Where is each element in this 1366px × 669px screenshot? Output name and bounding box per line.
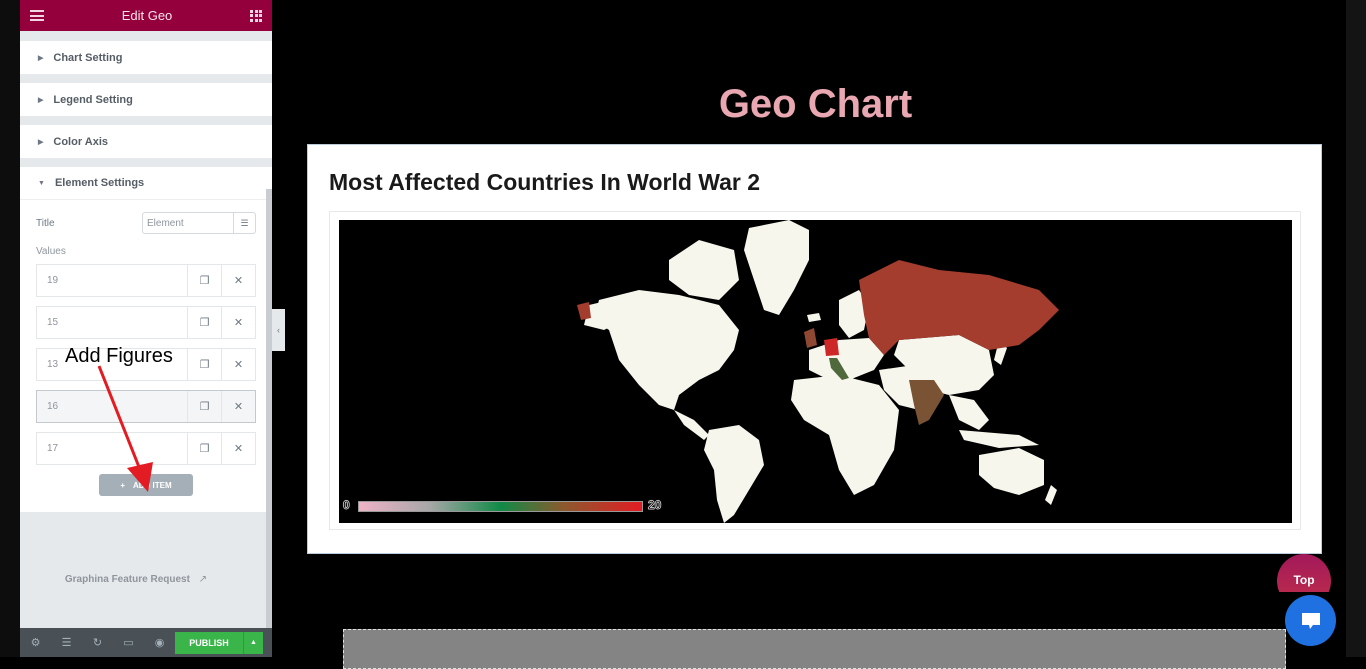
title-label: Title <box>36 217 55 229</box>
duplicate-icon[interactable]: ❐ <box>187 307 221 338</box>
page-heading: Geo Chart <box>718 82 913 126</box>
world-map-svg <box>577 220 1059 523</box>
southeast-asia[interactable] <box>949 395 989 430</box>
color-axis-gradient-bar <box>358 501 643 512</box>
section-label: Legend Setting <box>53 93 133 106</box>
value-row[interactable]: 19 ❐ ✕ <box>36 264 256 297</box>
value-text[interactable]: 17 <box>37 433 187 464</box>
europe[interactable] <box>809 338 884 380</box>
page-scrollbar[interactable] <box>1346 0 1366 657</box>
chat-bubble-icon <box>1301 612 1320 629</box>
add-item-label: ADD ITEM <box>133 480 172 490</box>
australia[interactable] <box>979 448 1044 495</box>
preview-eye-icon[interactable]: ◉ <box>144 636 175 649</box>
color-axis-min-label: 0 <box>343 498 350 513</box>
region-aleutian-russia[interactable] <box>577 302 591 320</box>
duplicate-icon[interactable]: ❐ <box>187 265 221 296</box>
remove-icon[interactable]: ✕ <box>221 349 255 380</box>
empty-section-dropzone[interactable] <box>343 629 1286 669</box>
canada-arctic[interactable] <box>669 240 739 300</box>
value-row[interactable]: 17 ❐ ✕ <box>36 432 256 465</box>
section-chart-setting[interactable]: ▶ Chart Setting <box>20 41 272 74</box>
widgets-grid-icon[interactable] <box>250 9 262 22</box>
title-input[interactable] <box>143 213 233 233</box>
remove-icon[interactable]: ✕ <box>221 433 255 464</box>
panel-scrollbar[interactable] <box>266 189 272 628</box>
panel-title: Edit Geo <box>121 8 173 23</box>
top-label: Top <box>1293 573 1315 587</box>
section-label: Chart Setting <box>53 51 123 64</box>
central-america[interactable] <box>674 410 709 440</box>
feature-request-label: Graphina Feature Request <box>64 574 190 585</box>
iceland[interactable] <box>807 313 821 322</box>
remove-icon[interactable]: ✕ <box>221 391 255 422</box>
caret-right-icon: ▶ <box>38 96 44 104</box>
chat-button[interactable] <box>1285 595 1336 646</box>
annotation-text: Add Figures <box>65 345 173 367</box>
hamburger-menu-icon[interactable] <box>30 10 44 21</box>
caret-down-icon: ▼ <box>38 179 45 187</box>
panel-header: Edit Geo <box>20 0 272 31</box>
section-legend-setting[interactable]: ▶ Legend Setting <box>20 83 272 116</box>
scroll-to-top-button[interactable]: Top <box>1277 554 1331 592</box>
africa[interactable] <box>791 375 899 495</box>
dynamic-tags-icon[interactable]: ☰ <box>233 213 255 233</box>
publish-options-caret-icon[interactable]: ▲ <box>243 631 263 654</box>
history-icon[interactable]: ↻ <box>82 636 113 649</box>
panel-footer: ⚙ ☰ ↻ ▭ ◉ PUBLISH ▲ <box>20 628 272 657</box>
page-canvas: Geo Chart Most Affected Countries In Wor… <box>285 0 1346 657</box>
geo-map[interactable]: 0 20 <box>339 220 1292 523</box>
map-frame: 0 20 <box>329 211 1301 530</box>
section-label: Color Axis <box>53 135 108 148</box>
remove-icon[interactable]: ✕ <box>221 265 255 296</box>
duplicate-icon[interactable]: ❐ <box>187 391 221 422</box>
value-text[interactable]: 16 <box>37 391 187 422</box>
section-color-axis[interactable]: ▶ Color Axis <box>20 125 272 158</box>
greenland[interactable] <box>744 220 809 315</box>
remove-icon[interactable]: ✕ <box>221 307 255 338</box>
external-link-icon: ↗ <box>198 574 208 585</box>
duplicate-icon[interactable]: ❐ <box>187 433 221 464</box>
value-row[interactable]: 15 ❐ ✕ <box>36 306 256 339</box>
plus-icon: + <box>120 480 125 490</box>
navigator-layers-icon[interactable]: ☰ <box>51 636 82 649</box>
title-field: ☰ <box>142 212 256 234</box>
feature-request-link[interactable]: Graphina Feature Request ↗ <box>20 574 252 585</box>
color-axis-max-label: 20 <box>648 498 662 513</box>
duplicate-icon[interactable]: ❐ <box>187 349 221 380</box>
values-label: Values <box>36 246 66 257</box>
indonesia[interactable] <box>959 430 1039 448</box>
publish-button[interactable]: PUBLISH <box>175 631 243 654</box>
new-zealand[interactable] <box>1045 485 1057 505</box>
section-element-settings[interactable]: ▼ Element Settings <box>20 167 272 200</box>
region-uk[interactable] <box>804 328 817 348</box>
left-gutter <box>0 0 20 657</box>
south-america[interactable] <box>704 425 764 523</box>
caret-right-icon: ▶ <box>38 54 44 62</box>
add-item-button[interactable]: + ADD ITEM <box>99 474 193 496</box>
chart-title: Most Affected Countries In World War 2 <box>329 169 761 195</box>
section-label: Element Settings <box>54 177 145 189</box>
caret-right-icon: ▶ <box>38 138 44 146</box>
chart-card: Most Affected Countries In World War 2 0… <box>307 144 1322 554</box>
settings-gear-icon[interactable]: ⚙ <box>20 636 51 649</box>
panel-body: ▶ Chart Setting ▶ Legend Setting ▶ Color… <box>20 31 272 628</box>
editor-panel: Edit Geo ▶ Chart Setting ▶ Legend Settin… <box>20 0 272 657</box>
region-germany[interactable] <box>824 338 839 356</box>
value-text[interactable]: 15 <box>37 307 187 338</box>
responsive-mode-icon[interactable]: ▭ <box>113 636 144 649</box>
value-row[interactable]: 16 ❐ ✕ <box>36 390 256 423</box>
collapse-panel-button[interactable]: ‹ <box>272 309 285 351</box>
value-text[interactable]: 19 <box>37 265 187 296</box>
